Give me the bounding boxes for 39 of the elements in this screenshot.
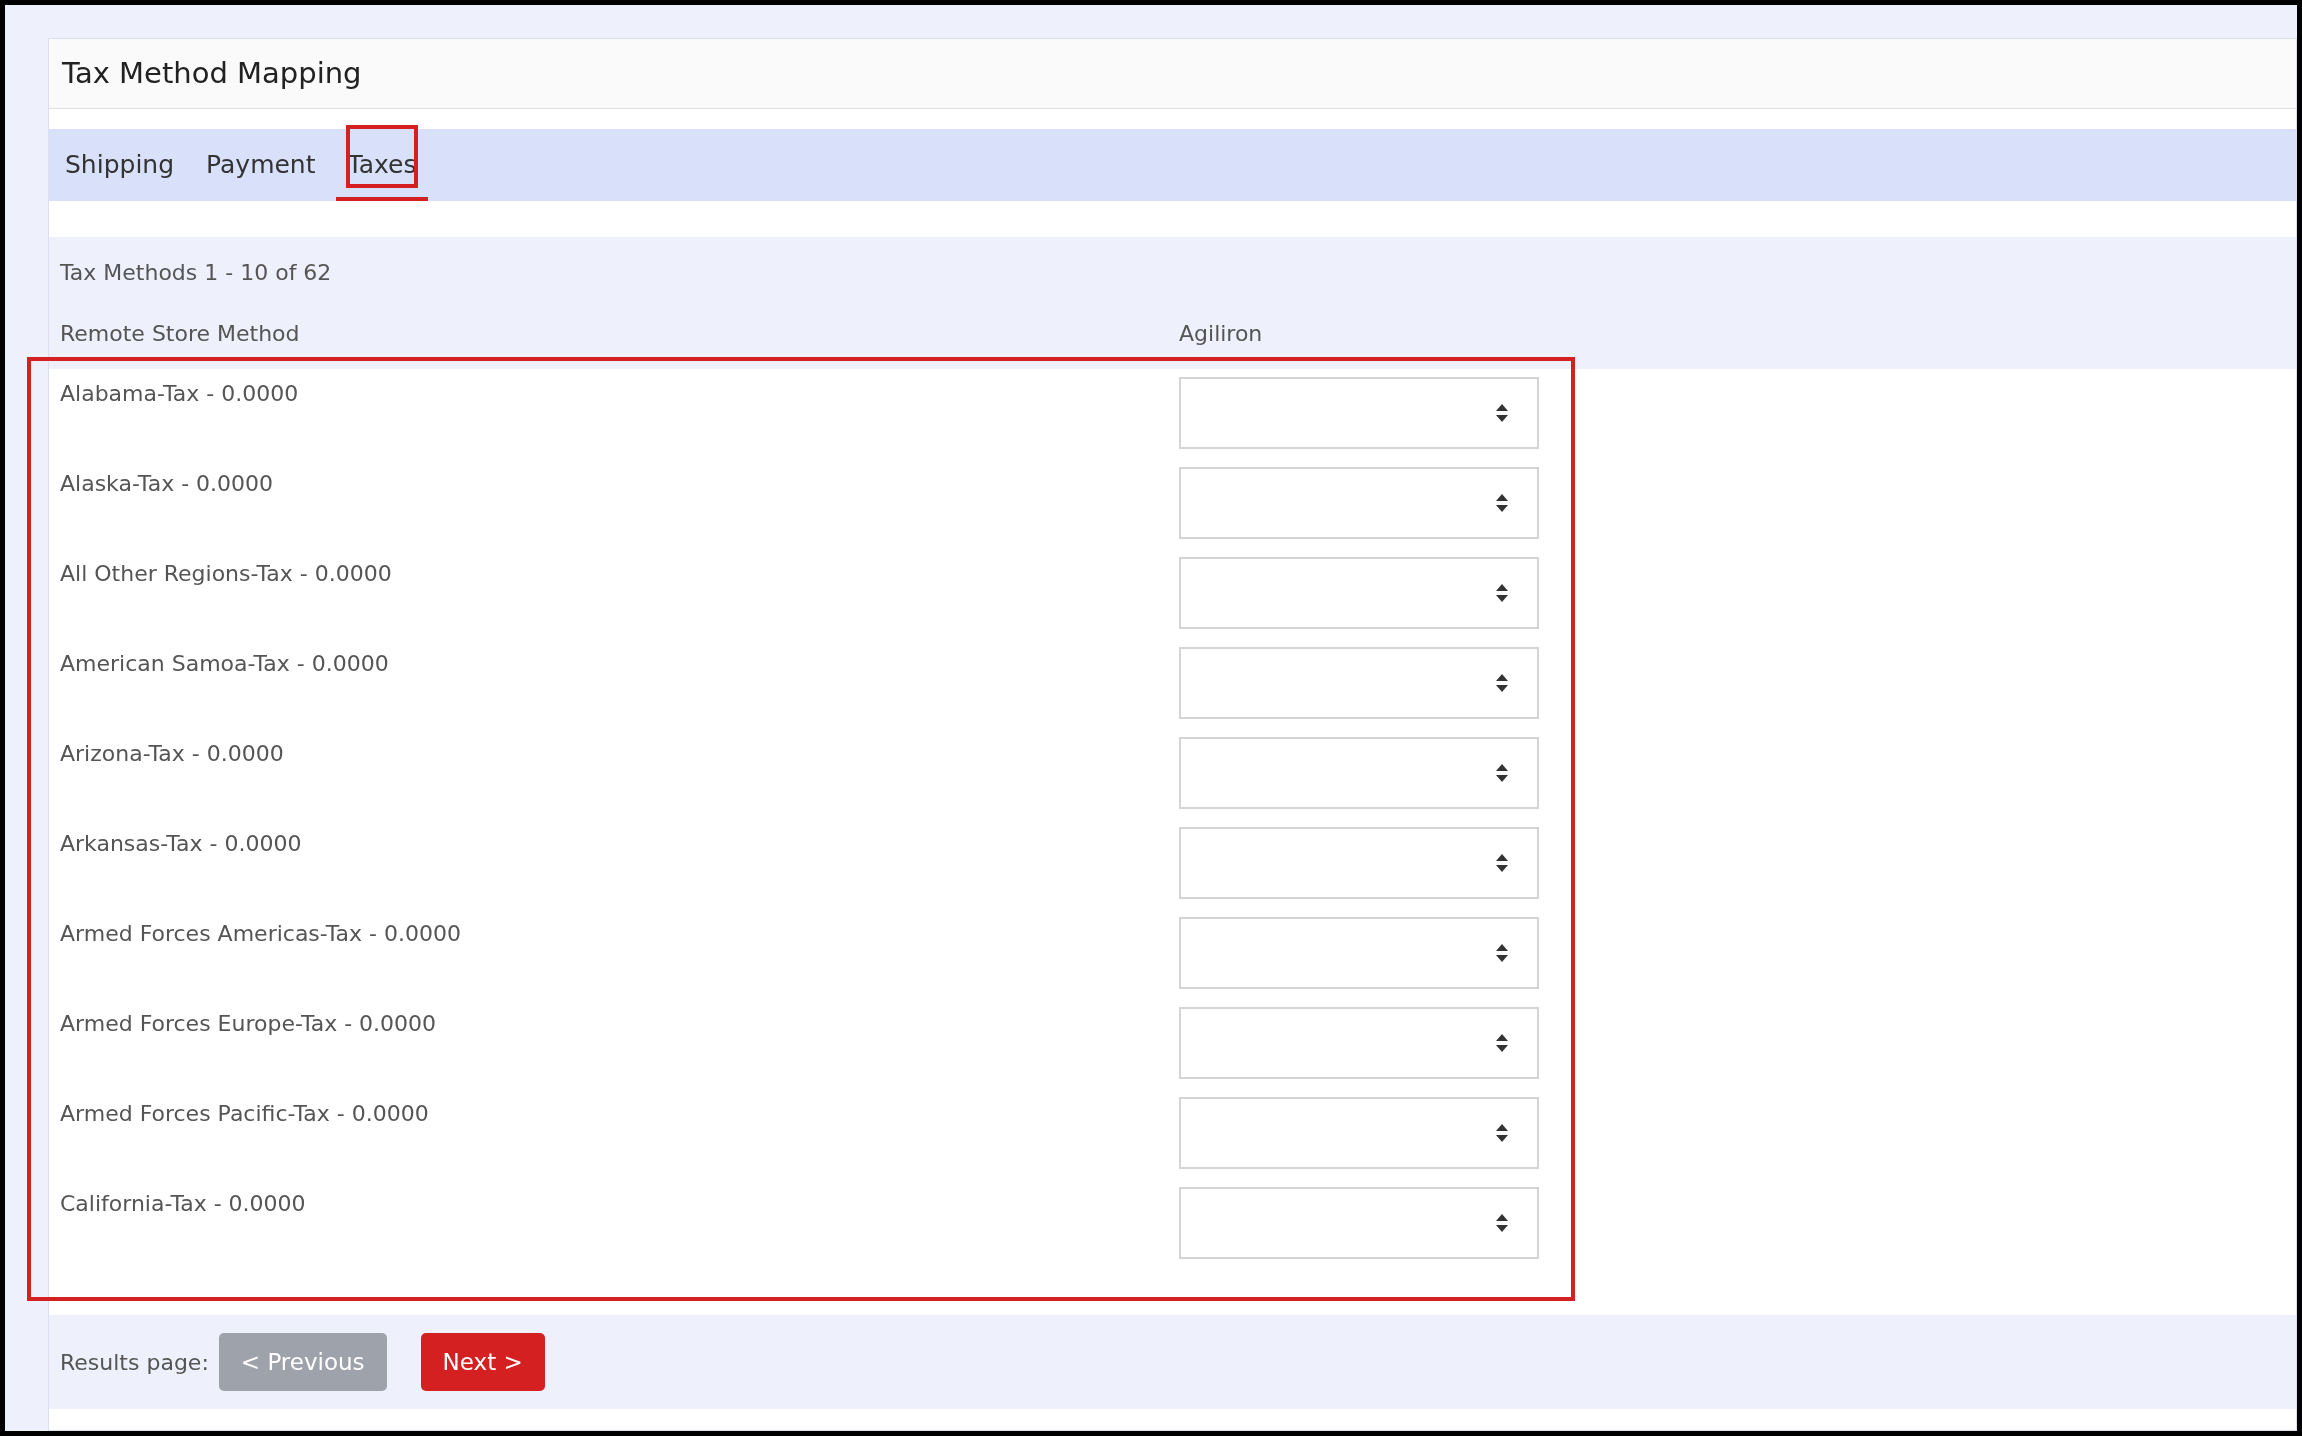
pagination-label: Results page:: [60, 1348, 209, 1377]
sort-arrows-icon: [1495, 492, 1509, 514]
table-cell-text: American Samoa-Tax - 0.0000: [60, 650, 390, 678]
table-cell-text: California-Tax - 0.0000: [60, 1190, 307, 1218]
table-cell-text: Armed Forces Pacific-Tax - 0.0000: [60, 1100, 430, 1128]
select-field[interactable]: [1179, 647, 1539, 719]
table-cell-text: Alaska-Tax - 0.0000: [60, 470, 275, 498]
sort-arrows-icon: [1495, 852, 1509, 874]
table-cell-text: Alabama-Tax - 0.0000: [60, 380, 300, 408]
select-field[interactable]: [1179, 917, 1539, 989]
sort-arrows-icon: [1495, 762, 1509, 784]
sort-arrows-icon: [1495, 1032, 1509, 1054]
sort-arrows-icon: [1495, 672, 1509, 694]
tab[interactable]: Shipping: [53, 129, 187, 201]
column-header: Agiliron: [1179, 319, 1264, 348]
sort-arrows-icon: [1495, 1212, 1509, 1234]
select-field[interactable]: [1179, 737, 1539, 809]
select-field[interactable]: [1179, 1007, 1539, 1079]
table-cell-text: All Other Regions-Tax - 0.0000: [60, 560, 393, 588]
card-title: Tax Method Mapping: [62, 54, 362, 92]
sort-arrows-icon: [1495, 942, 1509, 964]
table-cell-text: Arkansas-Tax - 0.0000: [60, 830, 303, 858]
sort-arrows-icon: [1495, 1122, 1509, 1144]
results-summary: Tax Methods 1 - 10 of 62: [60, 258, 333, 287]
tab[interactable]: Payment: [194, 129, 328, 201]
tab[interactable]: Taxes: [335, 129, 429, 201]
select-field[interactable]: [1179, 467, 1539, 539]
next-button[interactable]: Next >: [420, 1333, 545, 1391]
select-field[interactable]: [1179, 557, 1539, 629]
table-cell-text: Armed Forces Europe-Tax - 0.0000: [60, 1010, 438, 1038]
sort-arrows-icon: [1495, 582, 1509, 604]
sort-arrows-icon: [1495, 402, 1509, 424]
table-cell-text: Arizona-Tax - 0.0000: [60, 740, 285, 768]
table-cell-text: Armed Forces Americas-Tax - 0.0000: [60, 920, 462, 948]
select-field[interactable]: [1179, 1097, 1539, 1169]
column-header: Remote Store Method: [60, 319, 301, 348]
select-field[interactable]: [1179, 1187, 1539, 1259]
select-field[interactable]: [1179, 377, 1539, 449]
select-field[interactable]: [1179, 827, 1539, 899]
